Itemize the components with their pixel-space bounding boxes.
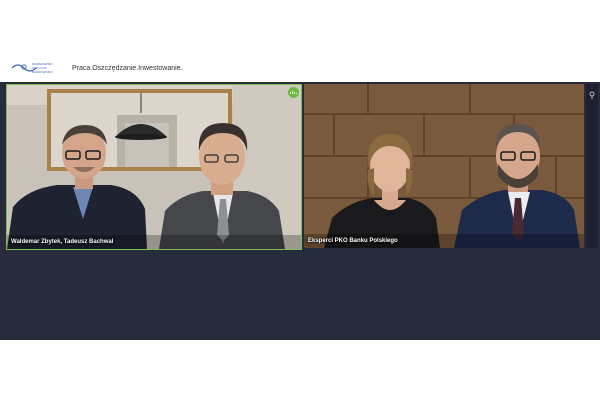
video-feed-right [304, 84, 584, 248]
wib-logo: WARSZAWSKI INSTYTUT BANKOWOŚCI [10, 60, 62, 80]
participant-name-left: Waldemar Zbytek, Tadeusz Bachwal [11, 239, 114, 245]
logo-line-3: BANKOWOŚCI [32, 69, 53, 74]
audio-level-icon [288, 87, 299, 98]
participant-tile-right[interactable]: Eksperci PKO Banku Polskiego [304, 84, 584, 248]
participant-name-right: Eksperci PKO Banku Polskiego [308, 238, 398, 244]
pin-button[interactable] [588, 86, 596, 99]
tagline: Praca.Oszczędzanie.Inwestowanie. [72, 65, 183, 72]
pin-icon [589, 91, 595, 99]
video-feed-left [7, 85, 301, 249]
side-rail [586, 84, 598, 248]
wib-logo-icon: WARSZAWSKI INSTYTUT BANKOWOŚCI [11, 62, 53, 74]
participant-tile-left[interactable]: Waldemar Zbytek, Tadeusz Bachwal [6, 84, 302, 250]
page-header: WARSZAWSKI INSTYTUT BANKOWOŚCI Praca.Osz… [0, 58, 600, 82]
